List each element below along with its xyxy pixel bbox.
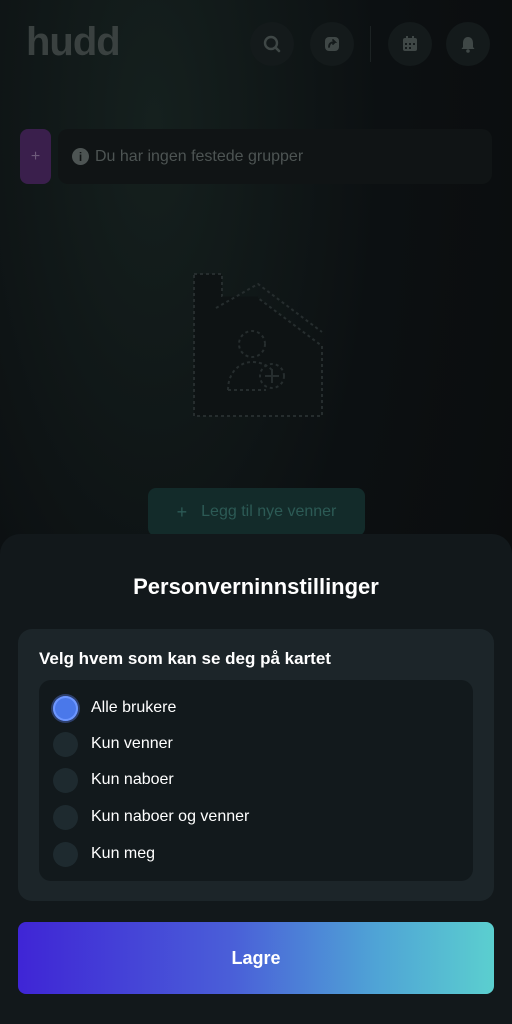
share-icon — [325, 37, 339, 51]
pinned-empty-text: Du har ingen festede grupper — [95, 147, 304, 165]
add-friends-label: Legg til nye venner — [201, 503, 337, 520]
radio-all-users[interactable] — [53, 695, 78, 721]
header-divider — [370, 26, 371, 62]
visibility-card: Velg hvem som kan se deg på kartet Alle … — [18, 629, 494, 901]
calendar-button[interactable] — [388, 22, 432, 66]
calendar-icon — [403, 36, 417, 51]
plus-icon: + — [30, 147, 41, 165]
sheet-title: Personverninnstillinger — [133, 574, 379, 599]
plus-icon: + — [176, 501, 188, 522]
visibility-question: Velg hvem som kan se deg på kartet — [39, 649, 331, 668]
empty-home-icon — [193, 273, 323, 417]
option-neighbors-and-friends[interactable]: Kun naboer og venner — [53, 802, 453, 832]
option-label: Alle brukere — [91, 699, 177, 716]
search-icon — [263, 35, 281, 53]
info-icon: i — [72, 148, 89, 165]
option-friends-only[interactable]: Kun venner — [53, 729, 453, 759]
option-label: Kun meg — [91, 845, 156, 862]
app-logo: hudd — [26, 20, 121, 64]
radio-friends-only[interactable] — [53, 731, 78, 757]
notifications-button[interactable] — [446, 22, 490, 66]
add-group-button[interactable]: + — [20, 129, 51, 184]
privacy-settings-sheet: Personverninnstillinger Velg hvem som ka… — [0, 534, 512, 1024]
radio-neighbors-and-friends[interactable] — [53, 804, 78, 830]
add-friends-button[interactable]: + Legg til nye venner — [148, 488, 365, 536]
radio-neighbors-only[interactable] — [53, 767, 78, 793]
visibility-options: Alle brukere Kun venner Kun naboer Kun n… — [39, 680, 473, 881]
share-button[interactable] — [310, 22, 354, 66]
option-label: Kun naboer og venner — [91, 808, 250, 825]
radio-only-me[interactable] — [53, 841, 78, 867]
save-button[interactable]: Lagre — [18, 922, 494, 994]
option-label: Kun venner — [91, 735, 173, 752]
bell-icon — [461, 37, 475, 53]
search-button[interactable] — [250, 22, 294, 66]
option-only-me[interactable]: Kun meg — [53, 839, 453, 869]
option-all-users[interactable]: Alle brukere — [53, 693, 453, 723]
pinned-groups-empty: i Du har ingen festede grupper — [58, 129, 492, 184]
option-label: Kun naboer — [91, 771, 174, 788]
option-neighbors-only[interactable]: Kun naboer — [53, 765, 453, 795]
